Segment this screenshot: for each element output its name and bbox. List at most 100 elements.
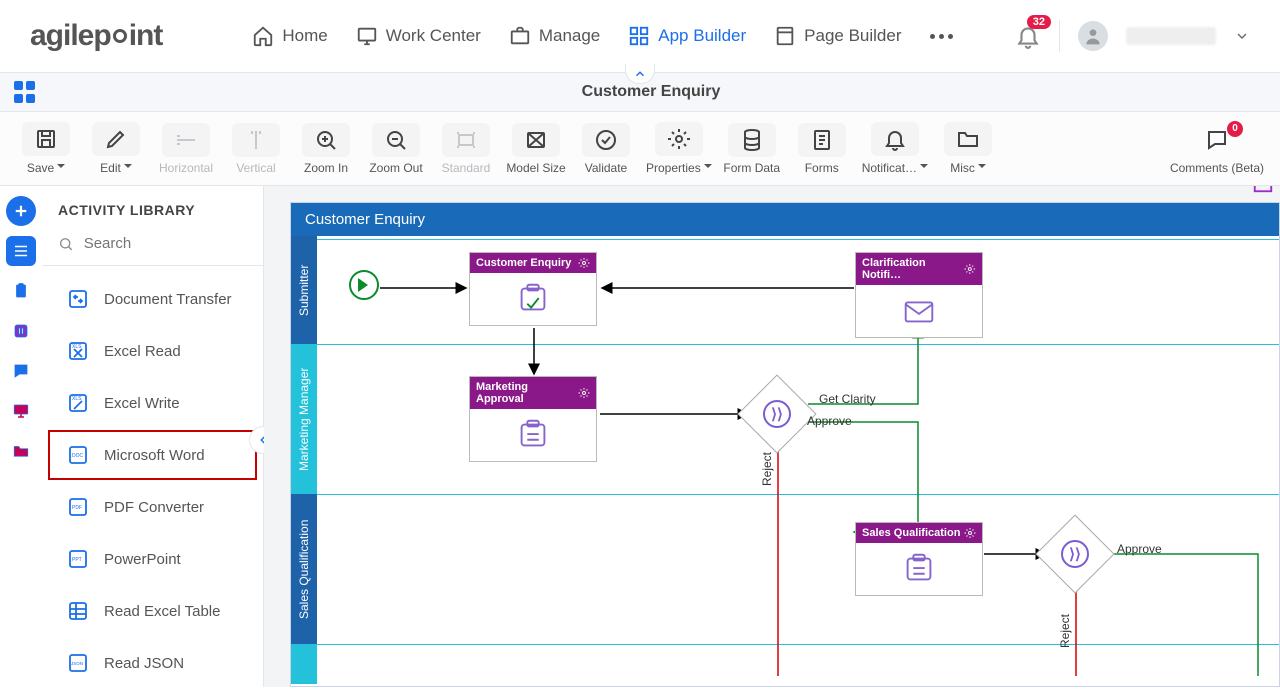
tool-horizontal-icon [162,123,210,157]
tool-notifications[interactable]: Notificat… [862,122,928,175]
lib-powerpoint[interactable]: PPTPowerPoint [48,534,257,584]
user-avatar[interactable] [1078,21,1108,51]
tool-label: Comments (Beta) [1170,161,1264,175]
tool-forms[interactable]: Forms [792,123,852,175]
vtab-chat[interactable] [6,356,36,386]
vtab-present[interactable] [6,396,36,426]
apps-icon [628,25,650,47]
lib-excel-read[interactable]: XLS Excel Read [48,326,257,376]
canvas-title: Customer Enquiry [291,203,1279,236]
gear-icon[interactable] [964,263,976,275]
nav-page-builder[interactable]: Page Builder [774,25,901,47]
lib-pdf-converter-icon: PDF [66,495,90,519]
start-node[interactable] [349,270,379,300]
gateway-sales[interactable]: ⟩⟩ [1035,514,1114,593]
lib-excel-write-icon: XLS [66,391,90,415]
lane-header[interactable]: Submitter [291,236,317,344]
vtab-clipboard[interactable] [6,276,36,306]
gear-icon[interactable] [578,257,590,269]
tool-form-data[interactable]: Form Data [722,123,782,175]
tool-model-size[interactable]: Model Size [506,123,566,175]
lib-microsoft-word[interactable]: DOC Microsoft Word [48,430,257,480]
lib-read-json[interactable]: JSONRead JSON [48,638,257,688]
edge-label: Approve [1117,542,1162,556]
vtab-add[interactable] [6,196,36,226]
lib-item-label: Excel Read [104,343,181,360]
edge-label: Approve [807,414,852,428]
lane-header[interactable]: Sales Qualification [291,494,317,644]
tool-label: Save [27,160,65,175]
node-marketing-approval[interactable]: Marketing Approval [469,376,597,462]
lib-pdf-converter[interactable]: PDF PDF Converter [48,482,257,532]
gateway-marketing[interactable]: ⟩⟩ [737,374,816,453]
logo-dot-icon [113,29,127,43]
nav-work-center[interactable]: Work Center [356,25,481,47]
edge-label: Reject [760,452,774,486]
tool-validate-icon [582,123,630,157]
nav-app-builder[interactable]: App Builder [628,25,746,47]
notifications-button[interactable]: 32 [1015,23,1041,49]
divider [1059,20,1060,52]
search-input[interactable] [82,234,247,253]
lib-document-transfer[interactable]: Document Transfer [48,274,257,324]
svg-text:XLS: XLS [72,344,82,350]
tool-label: Edit [100,160,132,175]
vertical-tabs [0,186,42,687]
svg-text:JSON: JSON [71,661,83,666]
nav-home[interactable]: Home [252,25,327,47]
tool-standard[interactable]: Standard [436,123,496,175]
nav-more[interactable] [930,34,953,39]
tool-properties[interactable]: Properties [646,122,712,175]
node-customer-enquiry[interactable]: Customer Enquiry [469,252,597,326]
lane-header[interactable] [291,644,317,684]
node-clarification[interactable]: Clarification Notifi… [855,252,983,338]
process-canvas[interactable]: Customer Enquiry SubmitterMarketing Mana… [290,202,1280,687]
tool-label: Zoom Out [369,161,422,175]
tool-zoom-out[interactable]: Zoom Out [366,123,426,175]
vtab-folder[interactable] [6,436,36,466]
node-sales-qualification[interactable]: Sales Qualification [855,522,983,596]
monitor-icon [356,25,378,47]
tool-edit[interactable]: Edit [86,122,146,175]
tool-save[interactable]: Save [16,122,76,175]
tool-comments[interactable]: 0Comments (Beta) [1170,123,1264,175]
lib-excel-write[interactable]: XLSExcel Write [48,378,257,428]
canvas-body: SubmitterMarketing ManagerSales Qualific… [291,236,1279,676]
tool-vertical[interactable]: Vertical [226,123,286,175]
lib-item-label: PDF Converter [104,499,204,516]
tool-label: Model Size [506,161,565,175]
tool-misc-icon [944,122,992,156]
lib-item-label: Document Transfer [104,291,232,308]
svg-text:PDF: PDF [72,505,82,511]
toolbar: Save Edit Horizontal VerticalZoom In Zoom Ou… [0,112,1280,186]
user-menu-button[interactable] [1234,28,1250,44]
page-title: Customer Enquiry [582,83,721,101]
swimlane-area[interactable]: Customer Enquiry Clarification Notifi… M… [317,236,1279,676]
tool-zoom-out-icon [372,123,420,157]
lib-read-json-icon: JSON [66,651,90,675]
svg-text:DOC: DOC [72,453,84,459]
tool-save-icon [22,122,70,156]
lib-item-label: Microsoft Word [104,447,205,464]
gear-icon[interactable] [578,387,590,399]
lane-header[interactable]: Marketing Manager [291,344,317,494]
tool-zoom-in[interactable]: Zoom In [296,123,356,175]
gear-icon[interactable] [964,527,976,539]
tool-label: Horizontal [159,161,213,175]
apps-grid-button[interactable] [14,81,36,103]
nav-label: App Builder [658,26,746,46]
lib-powerpoint-icon: PPT [66,547,90,571]
home-icon [252,25,274,47]
lib-document-transfer-icon [66,287,90,311]
tool-validate[interactable]: Validate [576,123,636,175]
vtab-list[interactable] [6,236,36,266]
tool-misc[interactable]: Misc [938,122,998,175]
lib-read-excel-table[interactable]: Read Excel Table [48,586,257,636]
lib-microsoft-word-icon: DOC [66,443,90,467]
vtab-pause[interactable] [6,316,36,346]
tool-properties-icon [655,122,703,156]
tool-label: Forms [805,161,839,175]
tool-horizontal[interactable]: Horizontal [156,123,216,175]
expand-canvas-button[interactable] [1252,186,1274,194]
nav-manage[interactable]: Manage [509,25,600,47]
